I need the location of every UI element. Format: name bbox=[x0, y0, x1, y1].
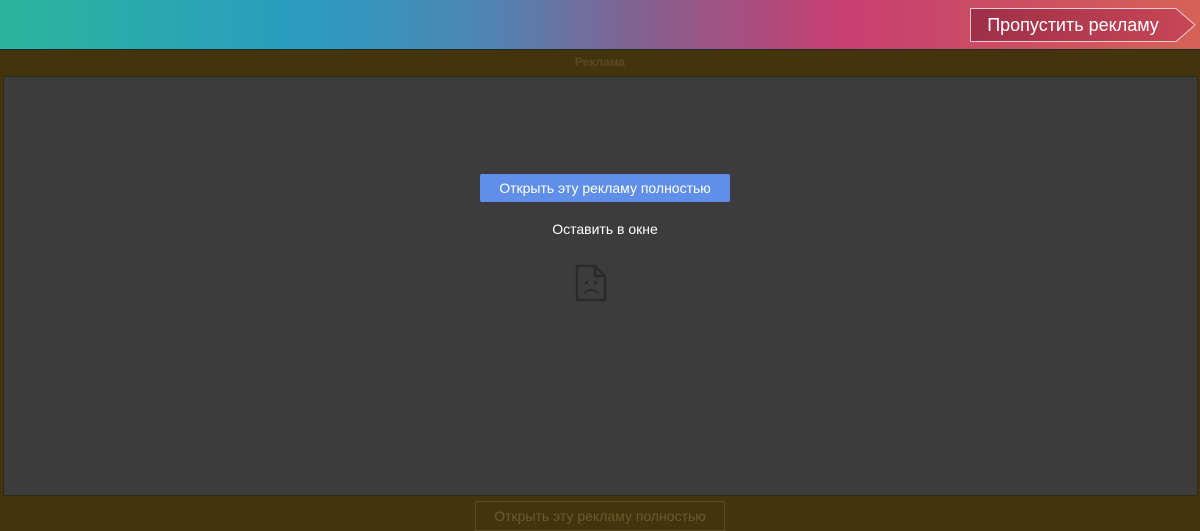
skip-ad-button[interactable]: Пропустить рекламу bbox=[970, 8, 1196, 42]
ad-caption: Реклама bbox=[574, 55, 626, 69]
footer-open-full-ad-button[interactable]: Открыть эту рекламу полностью bbox=[475, 501, 725, 531]
open-full-ad-button[interactable]: Открыть эту рекламу полностью bbox=[480, 174, 730, 202]
skip-ad-label: Пропустить рекламу bbox=[987, 15, 1159, 35]
ad-frame: Открыть эту рекламу полностью Оставить в… bbox=[4, 77, 1197, 495]
sad-file-icon bbox=[575, 264, 607, 302]
top-banner: Пропустить рекламу bbox=[0, 0, 1200, 50]
stay-in-window-link[interactable]: Оставить в окне bbox=[480, 221, 730, 237]
